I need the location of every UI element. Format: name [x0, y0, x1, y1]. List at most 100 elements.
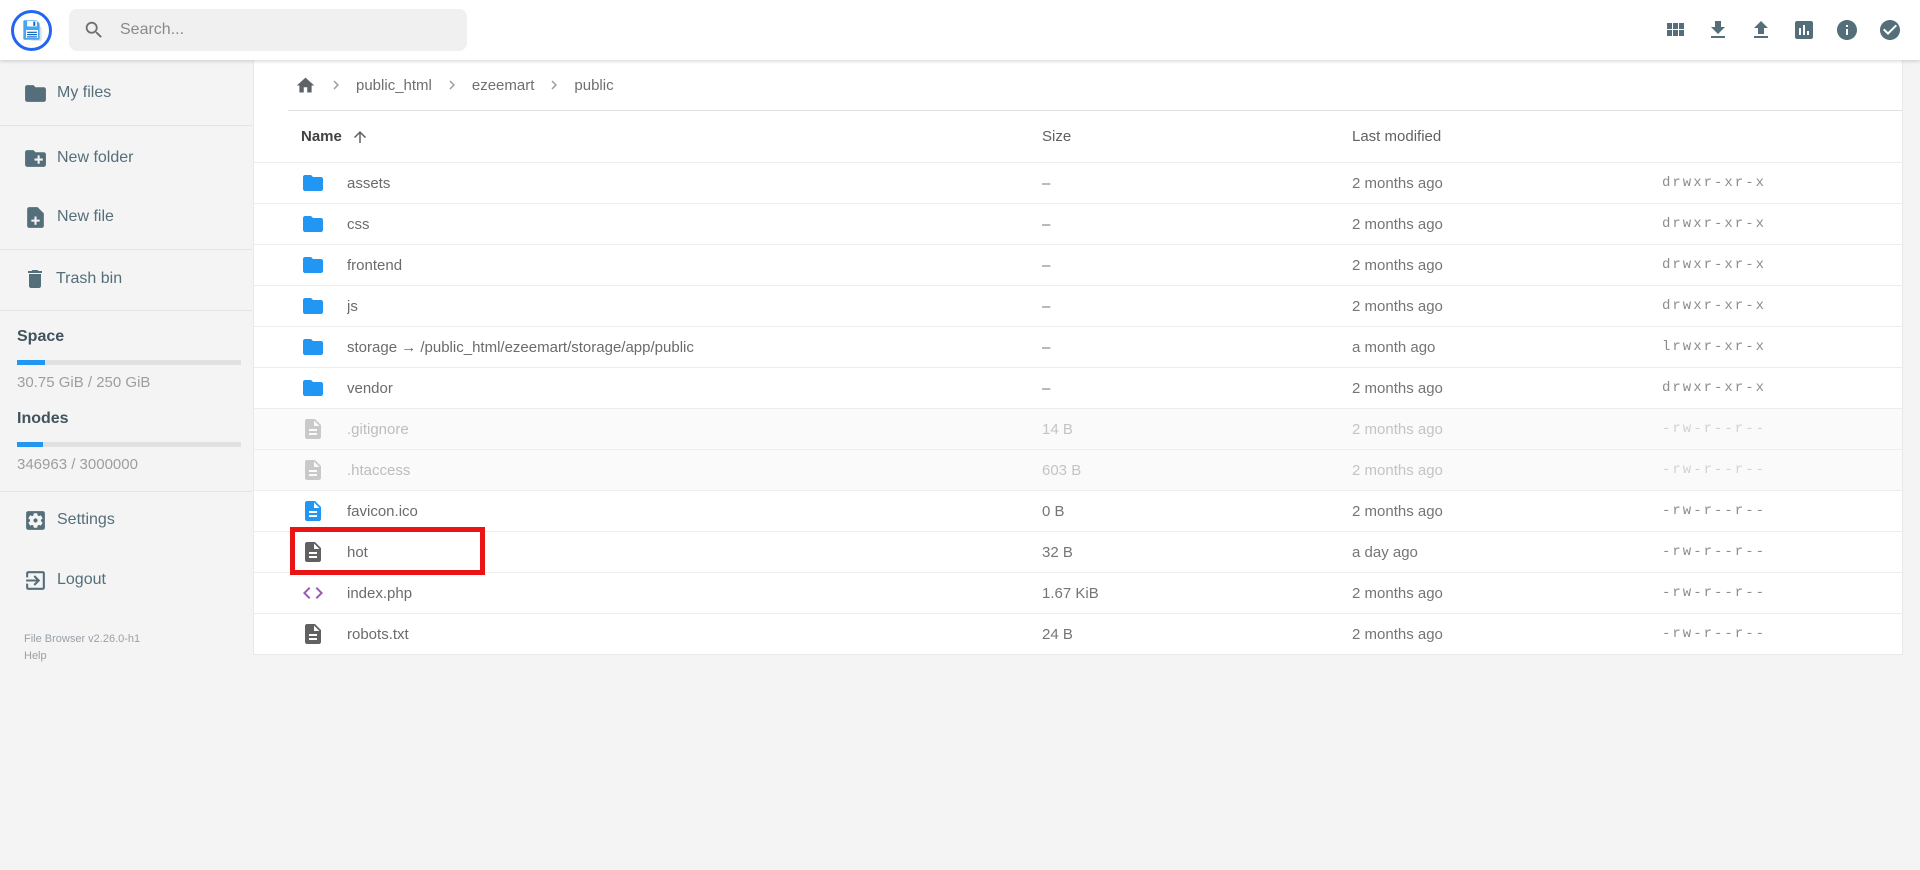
file-plus-icon	[23, 205, 48, 230]
grid-view-icon	[1663, 18, 1687, 42]
trash-icon	[23, 267, 47, 291]
file-row[interactable]: .gitignore 14 B2 months ago-rw-r--r--	[254, 408, 1902, 449]
sidebar: My files New folder New file Trash bin S…	[0, 60, 252, 665]
file-row[interactable]: robots.txt24 B2 months ago-rw-r--r--	[254, 613, 1902, 654]
breadcrumb-item[interactable]: public_html	[356, 77, 432, 94]
inodes-usage-text: 346963 / 3000000	[17, 456, 252, 473]
chevron-right-icon	[327, 76, 345, 94]
folder-icon	[301, 171, 325, 195]
search-icon	[83, 19, 105, 41]
breadcrumb: public_html ezeemart public	[254, 60, 1902, 110]
divider	[0, 249, 252, 250]
file-size: –	[1042, 380, 1352, 397]
breadcrumb-item[interactable]: public	[574, 77, 613, 94]
inodes-usage: Inodes 346963 / 3000000	[0, 397, 252, 479]
sidebar-item-new-file[interactable]: New file	[0, 192, 252, 242]
file-modified: 2 months ago	[1352, 298, 1662, 315]
file-row[interactable]: .htaccess603 B2 months ago-rw-r--r--	[254, 449, 1902, 490]
file-permissions: drwxr-xr-x	[1662, 380, 1902, 396]
folder-icon	[301, 335, 325, 359]
app-version: File Browser v2.26.0-h1	[24, 631, 252, 648]
file-row[interactable]: js –2 months agodrwxr-xr-x	[254, 285, 1902, 326]
sidebar-footer: File Browser v2.26.0-h1 Help	[0, 631, 252, 665]
column-header-size[interactable]: Size	[1042, 128, 1352, 145]
file-size: –	[1042, 257, 1352, 274]
file-plus-icon	[23, 205, 48, 230]
file-row[interactable]: storage → /public_html/ezeemart/storage/…	[254, 326, 1902, 367]
folder-icon	[301, 335, 325, 359]
file-row[interactable]: frontend–2 months agodrwxr-xr-x	[254, 244, 1902, 285]
sidebar-item-label: Settings	[57, 511, 115, 529]
select-multiple-button[interactable]	[1873, 13, 1907, 47]
space-usage-text: 30.75 GiB / 250 GiB	[17, 374, 252, 391]
sidebar-item-new-folder[interactable]: New folder	[0, 133, 252, 183]
code-icon	[301, 581, 325, 605]
topbar-actions	[1658, 13, 1907, 47]
info-button[interactable]	[1830, 13, 1864, 47]
space-progress-bar	[17, 360, 241, 365]
file-row[interactable]: favicon.ico0 B2 months ago-rw-r--r--	[254, 490, 1902, 531]
inodes-title: Inodes	[17, 410, 252, 428]
file-name-cell: .htaccess	[301, 458, 1042, 482]
file-icon	[301, 540, 325, 564]
sidebar-item-my-files[interactable]: My files	[0, 68, 252, 118]
file-row[interactable]: index.php1.67 KiB2 months ago-rw-r--r--	[254, 572, 1902, 613]
file-permissions: -rw-r--r--	[1662, 544, 1902, 560]
chevron-right-icon	[545, 76, 563, 94]
file-name-cell: css	[301, 212, 1042, 236]
file-name-cell: assets	[301, 171, 1042, 195]
file-name: storage → /public_html/ezeemart/storage/…	[347, 339, 694, 356]
file-size: –	[1042, 298, 1352, 315]
file-row[interactable]: assets–2 months agodrwxr-xr-x	[254, 162, 1902, 203]
file-icon	[301, 499, 325, 523]
search-icon	[83, 19, 105, 41]
sidebar-item-trash-bin[interactable]: Trash bin	[0, 254, 252, 304]
file-name: js	[347, 298, 358, 315]
logout-icon	[23, 568, 48, 593]
usage-button[interactable]	[1787, 13, 1821, 47]
table-header: Name Size Last modified	[254, 111, 1902, 162]
file-name-cell: js	[301, 294, 1042, 318]
folder-plus-icon	[23, 146, 48, 171]
file-modified: a day ago	[1352, 544, 1662, 561]
file-name-cell: vendor	[301, 376, 1042, 400]
column-header-name[interactable]: Name	[301, 128, 1042, 146]
sidebar-item-label: New file	[57, 208, 114, 226]
file-size: 0 B	[1042, 503, 1352, 520]
chevron-right-icon	[443, 76, 461, 94]
file-name-cell: frontend	[301, 253, 1042, 277]
chevron-right-icon	[545, 76, 563, 94]
check-circle-icon	[1878, 18, 1902, 42]
file-row[interactable]: hot32 Ba day ago-rw-r--r--	[254, 531, 1902, 572]
file-modified: 2 months ago	[1352, 421, 1662, 438]
breadcrumb-item[interactable]: ezeemart	[472, 77, 535, 94]
sidebar-item-label: Logout	[57, 571, 106, 589]
file-name: vendor	[347, 380, 393, 397]
file-permissions: -rw-r--r--	[1662, 421, 1902, 437]
home-icon[interactable]	[295, 75, 316, 96]
help-link[interactable]: Help	[24, 648, 252, 665]
file-permissions: drwxr-xr-x	[1662, 298, 1902, 314]
file-size: 603 B	[1042, 462, 1352, 479]
file-modified: 2 months ago	[1352, 585, 1662, 602]
search-bar[interactable]	[69, 9, 467, 51]
file-size: 14 B	[1042, 421, 1352, 438]
file-permissions: lrwxr-xr-x	[1662, 339, 1902, 355]
column-header-modified[interactable]: Last modified	[1352, 128, 1662, 145]
sidebar-item-logout[interactable]: Logout	[0, 555, 252, 605]
file-row[interactable]: css–2 months agodrwxr-xr-x	[254, 203, 1902, 244]
upload-icon	[1749, 18, 1773, 42]
divider	[0, 125, 252, 126]
switch-view-button[interactable]	[1658, 13, 1692, 47]
app-logo[interactable]	[11, 10, 52, 51]
upload-button[interactable]	[1744, 13, 1778, 47]
file-modified: 2 months ago	[1352, 380, 1662, 397]
file-row[interactable]: vendor –2 months agodrwxr-xr-x	[254, 367, 1902, 408]
file-name: frontend	[347, 257, 402, 274]
sidebar-item-settings[interactable]: Settings	[0, 495, 252, 545]
download-button[interactable]	[1701, 13, 1735, 47]
file-name: .gitignore	[347, 421, 409, 438]
file-listing-card: public_html ezeemart public Name Size Last…	[253, 60, 1903, 655]
search-input[interactable]	[118, 20, 453, 40]
file-name: robots.txt	[347, 626, 409, 643]
